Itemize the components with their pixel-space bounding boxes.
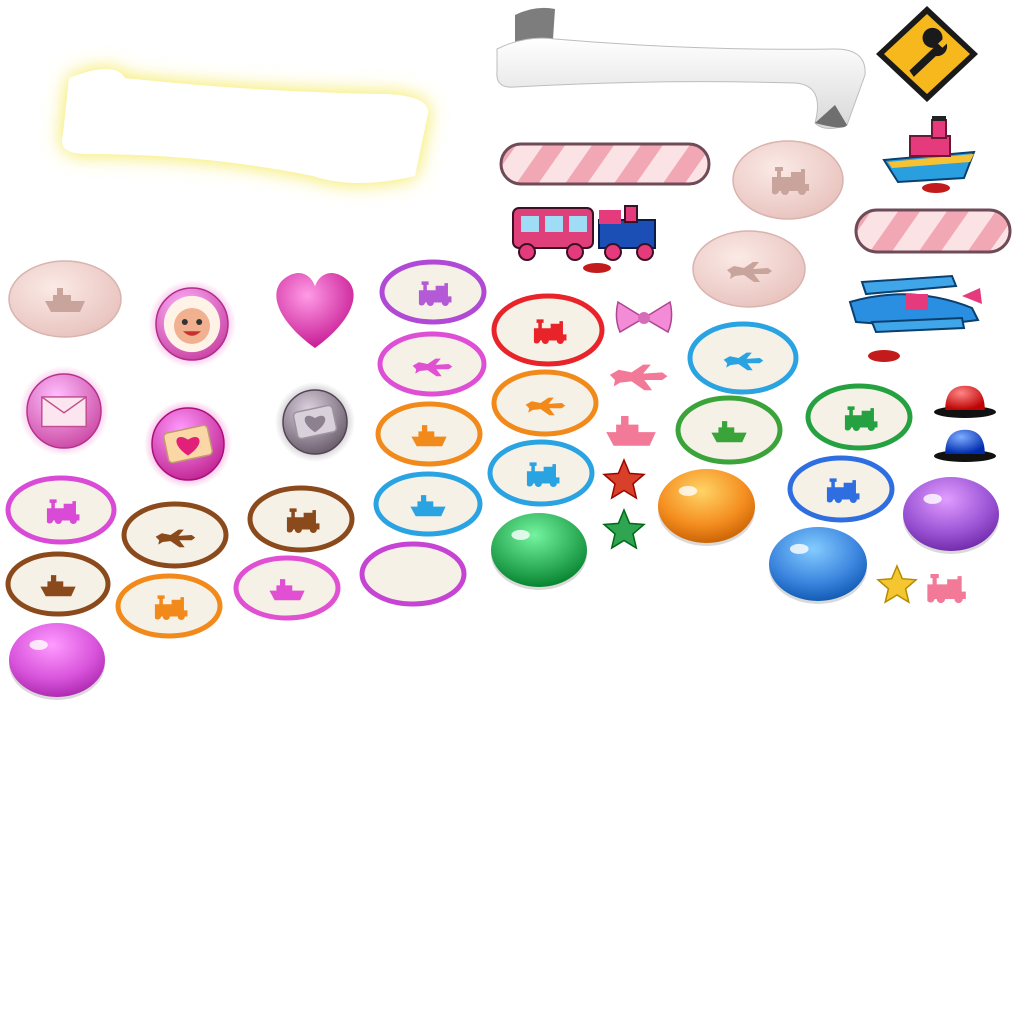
bubble-plane: [690, 228, 808, 310]
badge-blue-boat: [372, 470, 484, 538]
bubble-boat: [6, 258, 124, 340]
gumdrop-magenta: [6, 618, 108, 702]
badge-empty: [358, 540, 468, 608]
pink-train-icon: [918, 560, 970, 614]
star-icon: [602, 508, 646, 550]
gift-orb-heart: [266, 268, 364, 352]
banner-ribbon: [495, 5, 870, 135]
toy-boat: [874, 112, 986, 194]
badge-brown-train: [246, 484, 356, 554]
bow: [612, 294, 676, 342]
badge-magenta-train: [4, 474, 118, 546]
badge-red-train: [490, 292, 606, 368]
badge-orange-train: [114, 572, 224, 640]
pink-plane-icon: [606, 346, 670, 400]
badge-blue-train: [486, 438, 596, 508]
pink-boat-icon: [600, 404, 662, 454]
gift-orb-mail: [18, 366, 110, 456]
banner-glow: [55, 58, 440, 198]
bubble-train: [730, 138, 846, 222]
dome-red: [932, 382, 998, 420]
gumdrop-orange: [655, 464, 758, 548]
toy-train: [505, 198, 675, 276]
gift-orb-santa: [148, 280, 236, 368]
gift-orb-grey: [270, 382, 360, 462]
badge-brown-boat: [4, 550, 112, 618]
gumdrop-green: [488, 508, 590, 592]
wrench-sign: [872, 2, 982, 106]
badge-green-boat: [674, 394, 784, 466]
gumdrop-purple: [900, 472, 1002, 556]
train-icon: [927, 574, 966, 604]
badge-brown-plane: [120, 500, 230, 570]
dome-blue: [932, 426, 998, 464]
badge-purple-train: [378, 258, 488, 326]
toy-plane: [822, 262, 992, 372]
badge-orange-plane: [490, 368, 600, 438]
badge-pink-plane: [376, 330, 488, 398]
star-green: [598, 506, 650, 552]
badge-green-train: [804, 382, 914, 452]
star-gold: [872, 562, 922, 606]
candy-bar-2: [853, 206, 1013, 256]
star-icon: [876, 564, 918, 604]
star-red: [598, 456, 650, 502]
star-icon: [602, 458, 646, 500]
gift-orb-ticket: [144, 400, 232, 488]
heart-icon: [276, 272, 354, 348]
badge-blue-train-2: [786, 454, 896, 524]
badge-pink-boat: [232, 554, 342, 622]
badge-blue-plane: [686, 320, 800, 396]
gumdrop-blue: [766, 522, 870, 606]
boat-icon: [606, 415, 656, 446]
plane-icon: [609, 364, 668, 391]
badge-orange-boat: [374, 400, 484, 468]
candy-bar-1: [498, 140, 712, 188]
